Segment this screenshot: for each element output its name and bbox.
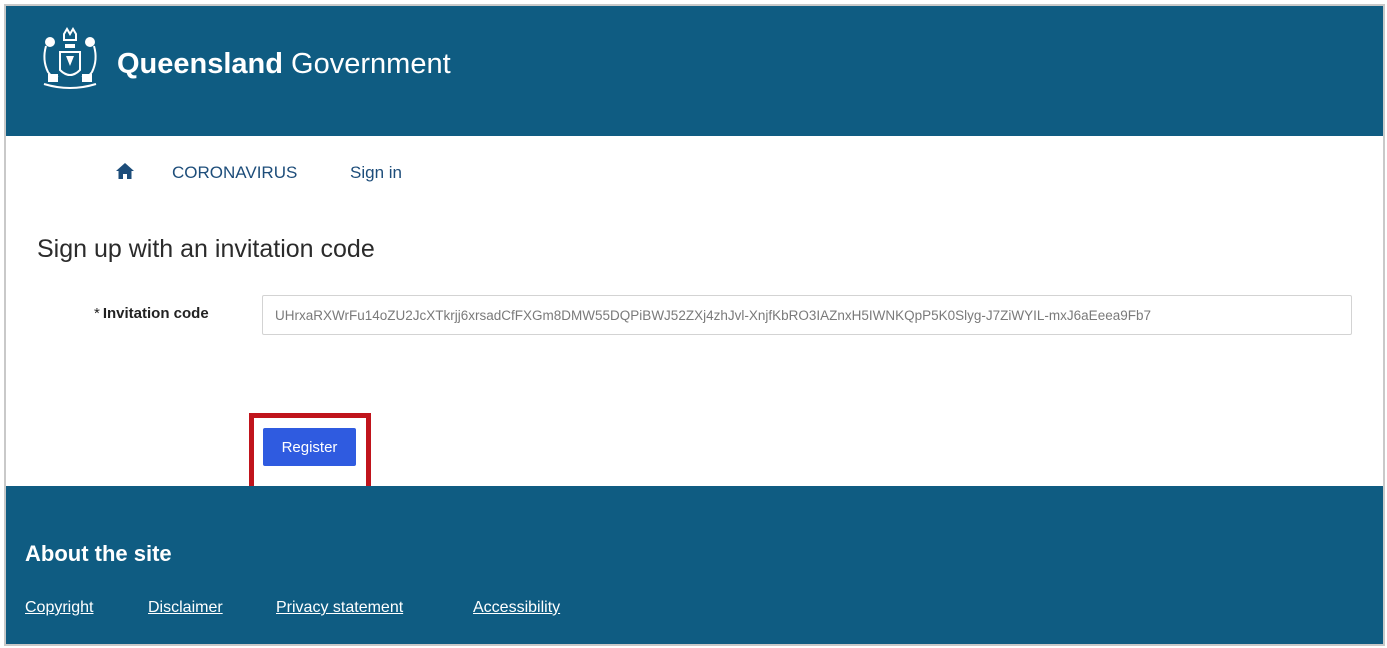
home-icon[interactable]	[116, 163, 134, 179]
footer-link-copyright[interactable]: Copyright	[25, 599, 93, 617]
nav-link-sign-in[interactable]: Sign in	[350, 163, 402, 183]
footer-link-privacy-statement[interactable]: Privacy statement	[276, 599, 403, 617]
site-footer: About the site Copyright Disclaimer Priv…	[6, 486, 1383, 644]
brand-regular-text: Government	[283, 48, 451, 80]
brand-wordmark[interactable]: Queensland Government	[117, 48, 451, 81]
invitation-code-label-text: Invitation code	[102, 305, 209, 322]
site-header: Queensland Government	[6, 6, 1383, 136]
page-title: Sign up with an invitation code	[37, 235, 375, 263]
nav-link-coronavirus[interactable]: CORONAVIRUS	[172, 163, 297, 183]
footer-link-disclaimer[interactable]: Disclaimer	[148, 599, 223, 617]
brand-bold-text: Queensland	[117, 48, 283, 80]
required-marker: *	[94, 305, 100, 322]
footer-title: About the site	[25, 541, 172, 566]
invitation-code-label: * Invitation code	[94, 305, 209, 322]
browser-frame: Queensland Government CORONAVIRUS Sign i…	[4, 4, 1385, 646]
footer-link-accessibility[interactable]: Accessibility	[473, 599, 560, 617]
coat-of-arms-icon	[43, 27, 97, 89]
invitation-code-input[interactable]	[262, 295, 1352, 335]
register-button[interactable]: Register	[263, 428, 356, 466]
